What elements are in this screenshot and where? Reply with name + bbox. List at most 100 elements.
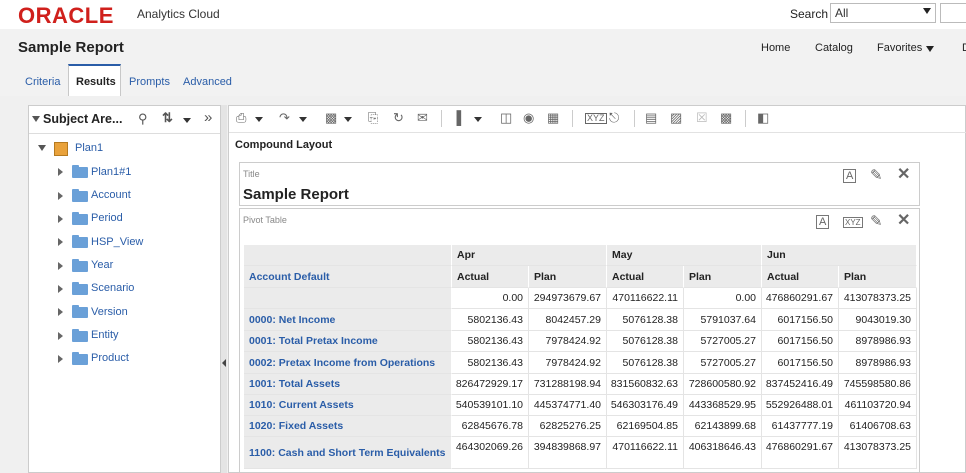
measure-header[interactable]: Actual (452, 266, 529, 288)
data-cell: 5791037.64 (684, 309, 762, 331)
measure-header[interactable]: Plan (684, 266, 762, 288)
close-icon[interactable]: ✕ (897, 164, 910, 184)
tree-root-plan1[interactable]: Plan1 (75, 142, 103, 154)
chevron-down-icon[interactable] (474, 117, 482, 122)
print-icon[interactable]: ⎙ (236, 110, 246, 126)
chevron-down-icon[interactable] (923, 8, 931, 14)
tree-expanded-icon[interactable] (38, 145, 46, 151)
panel-splitter[interactable] (221, 105, 227, 473)
tree-item[interactable]: Product (91, 352, 129, 364)
cube-icon (54, 142, 68, 156)
properties-icon[interactable]: ▤ (645, 110, 657, 126)
tree-item[interactable]: Version (91, 306, 128, 318)
favorites-menu[interactable]: Favorites (877, 42, 922, 54)
tree-item[interactable]: Period (91, 212, 123, 224)
tree-collapsed-icon[interactable] (58, 285, 63, 293)
add-filter-icon[interactable]: ◫ (500, 110, 512, 126)
export-icon[interactable]: ↷ (279, 110, 290, 126)
refresh-icon[interactable]: ↻ (393, 110, 404, 126)
new-view-icon[interactable]: ▩ (325, 110, 337, 126)
chevron-down-icon[interactable] (299, 117, 307, 122)
row-header[interactable] (244, 288, 452, 309)
link-icon[interactable]: ▩ (720, 110, 732, 126)
tree-collapsed-icon[interactable] (58, 332, 63, 340)
month-header[interactable]: Apr (452, 245, 607, 266)
row-header[interactable]: 0001: Total Pretax Income (244, 331, 452, 352)
tree-item[interactable]: Account (91, 189, 131, 201)
xyz-icon[interactable]: XYZ (585, 113, 607, 124)
collapse-left-icon[interactable] (222, 359, 226, 367)
row-header[interactable]: 1001: Total Assets (244, 374, 452, 395)
month-header[interactable]: May (607, 245, 762, 266)
data-cell: 5802136.43 (452, 331, 529, 352)
tree-item[interactable]: Scenario (91, 282, 134, 294)
row-header[interactable]: 1100: Cash and Short Term Equivalents (244, 437, 452, 469)
tree-item[interactable]: Plan1#1 (91, 166, 131, 178)
search-scope-select[interactable]: All (830, 3, 936, 23)
catalog-link[interactable]: Catalog (815, 42, 853, 54)
search-input[interactable] (940, 3, 966, 23)
tree-item[interactable]: Year (91, 259, 113, 271)
row-header[interactable]: 1010: Current Assets (244, 395, 452, 416)
import-icon[interactable]: ⎋ (609, 110, 619, 126)
row-header[interactable]: 0000: Net Income (244, 309, 452, 331)
chevron-down-icon[interactable] (183, 118, 191, 123)
tree-collapsed-icon[interactable] (58, 262, 63, 270)
data-cell: 5727005.27 (684, 331, 762, 352)
layout-icon[interactable]: ◧ (757, 110, 769, 126)
expand-panel-icon[interactable]: » (204, 109, 212, 126)
calculated-item-icon[interactable]: ▦ (547, 110, 559, 126)
filter-edit-icon[interactable]: ▨ (670, 110, 682, 126)
sort-icon[interactable]: ⇅ (162, 110, 173, 126)
row-header[interactable]: 0002: Pretax Income from Operations (244, 352, 452, 374)
measure-header[interactable]: Actual (607, 266, 684, 288)
xyz-icon[interactable]: XYZ (843, 217, 863, 228)
tab-results[interactable]: Results (76, 76, 116, 88)
account-default-header[interactable]: Account Default (244, 266, 452, 288)
tree-collapsed-icon[interactable] (58, 215, 63, 223)
tab-criteria[interactable]: Criteria (25, 76, 60, 88)
data-cell: 745598580.86 (839, 374, 917, 395)
nav-link-truncated[interactable]: D (962, 42, 966, 54)
tab-prompts[interactable]: Prompts (129, 76, 170, 88)
pencil-icon[interactable]: ✎ (870, 166, 883, 184)
format-text-icon[interactable]: A (843, 169, 857, 183)
tree-collapsed-icon[interactable] (58, 308, 63, 316)
tree-collapsed-icon[interactable] (58, 238, 63, 246)
home-link[interactable]: Home (761, 42, 790, 54)
tree-collapsed-icon[interactable] (58, 168, 63, 176)
print-preview-icon[interactable]: ⎘ (368, 110, 378, 126)
folder-icon (72, 165, 88, 178)
tree-item[interactable]: HSP_View (91, 236, 143, 248)
chevron-down-icon[interactable] (926, 46, 934, 52)
oracle-logo[interactable]: ORACLE (18, 3, 114, 29)
month-header[interactable]: Jun (762, 245, 917, 266)
chart-icon[interactable]: ▐ (452, 110, 461, 125)
data-cell: 464302069.26 (452, 437, 529, 469)
chevron-down-icon[interactable] (344, 117, 352, 122)
collapse-triangle-icon[interactable] (32, 116, 40, 122)
chevron-down-icon[interactable] (255, 117, 263, 122)
data-cell: 445374771.40 (529, 395, 607, 416)
add-group-icon[interactable]: ◉ (523, 110, 534, 126)
tree-collapsed-icon[interactable] (58, 355, 63, 363)
pencil-icon[interactable]: ✎ (870, 212, 883, 230)
measure-header[interactable]: Plan (529, 266, 607, 288)
email-icon[interactable]: ✉ (417, 110, 428, 126)
row-header[interactable]: 1020: Fixed Assets (244, 416, 452, 437)
data-cell: 476860291.67 (762, 288, 839, 309)
tab-advanced[interactable]: Advanced (183, 76, 232, 88)
tree-collapsed-icon[interactable] (58, 192, 63, 200)
data-cell: 62825276.25 (529, 416, 607, 437)
measure-header[interactable]: Actual (762, 266, 839, 288)
data-cell: 546303176.49 (607, 395, 684, 416)
folder-icon (72, 259, 88, 272)
data-cell: 470116622.11 (607, 288, 684, 309)
tree-item[interactable]: Entity (91, 329, 119, 341)
search-icon[interactable]: ⚲ (138, 111, 148, 127)
data-cell: 837452416.49 (762, 374, 839, 395)
data-cell: 5076128.38 (607, 309, 684, 331)
measure-header[interactable]: Plan (839, 266, 917, 288)
format-text-icon[interactable]: A (816, 215, 830, 229)
close-icon[interactable]: ✕ (897, 210, 910, 230)
